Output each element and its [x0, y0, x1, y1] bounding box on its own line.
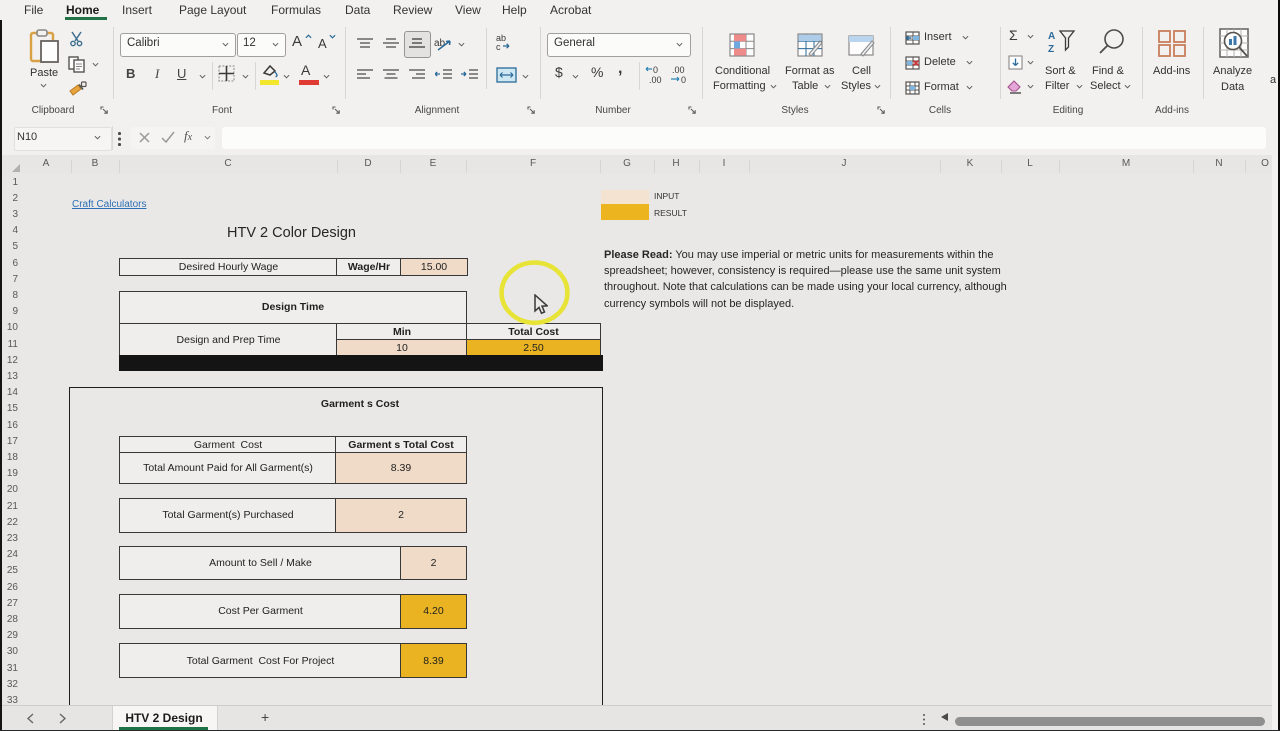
svg-text:A: A — [1048, 31, 1055, 42]
svg-text:.00: .00 — [649, 75, 662, 84]
svg-text:c: c — [496, 42, 501, 51]
svg-text:Z: Z — [1048, 44, 1054, 54]
svg-text:ab: ab — [434, 38, 446, 49]
svg-text:0: 0 — [653, 65, 658, 75]
svg-text:.00: .00 — [672, 65, 685, 75]
svg-text:0: 0 — [681, 75, 686, 84]
